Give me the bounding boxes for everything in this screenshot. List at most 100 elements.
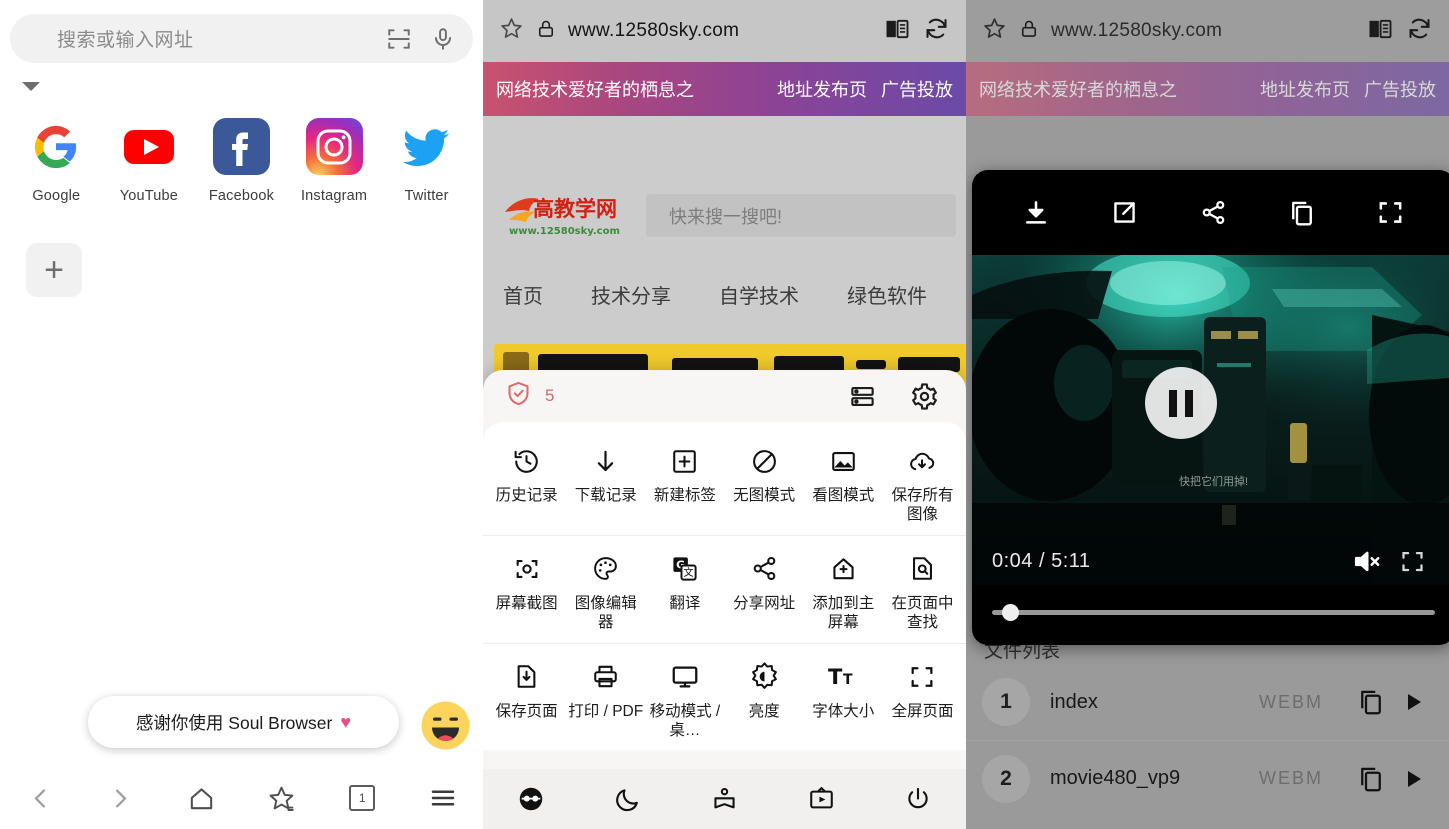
- shortcut-google[interactable]: Google: [10, 118, 103, 204]
- reload-icon[interactable]: [1406, 15, 1433, 47]
- google-icon: [28, 118, 85, 175]
- menu-item-save-all-images[interactable]: 保存所有图像: [883, 440, 962, 525]
- progress-knob[interactable]: [1002, 604, 1019, 621]
- bookmark-star-icon[interactable]: [255, 774, 309, 822]
- night-mode-moon-icon[interactable]: [604, 777, 652, 821]
- site-promo-link-2[interactable]: 广告投放: [1364, 76, 1436, 102]
- site-nav-item-0[interactable]: 首页: [503, 280, 543, 309]
- copy-icon[interactable]: [1279, 190, 1325, 236]
- file-index: 1: [982, 678, 1030, 726]
- split-layout-icon[interactable]: [842, 376, 882, 416]
- play-icon[interactable]: [1393, 680, 1433, 724]
- progress-bar[interactable]: [992, 604, 1435, 621]
- pause-button[interactable]: [1145, 367, 1217, 439]
- site-with-menu-panel: www.12580sky.com 网络技术爱好者的栖息之 地址发布页 广告投放 …: [483, 0, 966, 829]
- chevron-down-icon[interactable]: [22, 82, 40, 91]
- menu-item-new-tab[interactable]: 新建标签: [645, 440, 724, 525]
- copy-icon[interactable]: [1349, 757, 1393, 801]
- star-icon[interactable]: [982, 16, 1007, 46]
- share-icon[interactable]: [1190, 190, 1236, 236]
- fullscreen-icon[interactable]: [1368, 190, 1414, 236]
- playback-time: 0:04 / 5:11: [992, 549, 1091, 572]
- url-bar[interactable]: www.12580sky.com: [483, 0, 966, 62]
- download-icon[interactable]: [1013, 190, 1059, 236]
- site-nav-item-2[interactable]: 自学技术: [719, 280, 799, 309]
- shortcut-facebook[interactable]: Facebook: [195, 118, 288, 204]
- gear-icon[interactable]: [904, 376, 944, 416]
- history-icon: [512, 440, 541, 482]
- menu-item-label: 翻译: [669, 594, 701, 612]
- add-shortcut-button[interactable]: +: [26, 243, 82, 297]
- scan-icon[interactable]: [377, 17, 421, 61]
- video-tv-icon[interactable]: [797, 777, 845, 821]
- forward-icon[interactable]: [94, 774, 148, 822]
- site-promo-link-1[interactable]: 地址发布页: [777, 76, 867, 102]
- fullscreen-icon[interactable]: [1389, 538, 1435, 584]
- url-text[interactable]: www.12580sky.com: [1051, 20, 1354, 42]
- menu-item-label: 全屏页面: [891, 702, 954, 720]
- file-type: WEBM: [1259, 691, 1323, 712]
- shortcut-label: Facebook: [208, 188, 275, 204]
- heart-icon: ♥: [340, 711, 352, 732]
- menu-item-add-to-home[interactable]: 添加到主屏幕: [804, 548, 883, 633]
- play-icon[interactable]: [1393, 757, 1433, 801]
- copy-icon[interactable]: [1349, 680, 1393, 724]
- new-tab-plus-icon: [670, 440, 699, 482]
- menu-item-share-url[interactable]: 分享网址: [725, 548, 804, 633]
- tab-count-button[interactable]: 1: [335, 774, 389, 822]
- menu-item-brightness[interactable]: 亮度: [725, 656, 804, 741]
- menu-item-print-pdf[interactable]: 打印 / PDF: [566, 656, 645, 741]
- site-promo-link-1[interactable]: 地址发布页: [1260, 76, 1350, 102]
- menu-row-2: 屏幕截图 图像编辑器 G 文 翻译 分享网址 添加到主屏幕 在页面中查找: [483, 534, 966, 643]
- microphone-icon[interactable]: [421, 17, 465, 61]
- menu-item-label: 字体大小: [812, 702, 875, 720]
- site-nav-item-3[interactable]: 绿色软件: [847, 280, 927, 309]
- menu-item-image-editor[interactable]: 图像编辑器: [566, 548, 645, 633]
- site-nav-item-1[interactable]: 技术分享: [591, 280, 671, 309]
- url-bar[interactable]: www.12580sky.com: [966, 0, 1449, 62]
- back-icon[interactable]: [13, 774, 67, 822]
- reading-list-icon[interactable]: [700, 777, 748, 821]
- search-input[interactable]: 搜索或输入网址: [10, 25, 377, 52]
- grinning-face-icon: [420, 700, 471, 751]
- muted-volume-icon[interactable]: [1343, 538, 1389, 584]
- shortcut-youtube[interactable]: YouTube: [103, 118, 196, 204]
- open-external-icon[interactable]: [1102, 190, 1148, 236]
- file-row[interactable]: 2 movie480_vp9 WEBM: [966, 740, 1449, 816]
- site-search-input[interactable]: 快来搜一搜吧!: [646, 194, 956, 237]
- site-logo[interactable]: 高教学网 www.12580sky.com: [503, 190, 627, 240]
- reader-mode-icon[interactable]: [1366, 15, 1394, 48]
- menu-item-history[interactable]: 历史记录: [487, 440, 566, 525]
- reader-mode-icon[interactable]: [883, 15, 911, 48]
- video-player-panel: www.12580sky.com 网络技术爱好者的栖息之 地址发布页 广告投放 …: [966, 0, 1449, 829]
- star-icon[interactable]: [499, 16, 524, 46]
- youtube-icon: [120, 118, 178, 175]
- toast-message: 感谢你使用 Soul Browser ♥: [88, 696, 399, 748]
- site-promo-banner: 网络技术爱好者的栖息之 地址发布页 广告投放: [966, 62, 1449, 116]
- omnibox[interactable]: 搜索或输入网址: [10, 14, 473, 63]
- menu-item-fullscreen-page[interactable]: 全屏页面: [883, 656, 962, 741]
- menu-item-find-in-page[interactable]: 在页面中查找: [883, 548, 962, 633]
- menu-item-save-page[interactable]: 保存页面: [487, 656, 566, 741]
- menu-item-translate[interactable]: G 文 翻译: [645, 548, 724, 633]
- power-exit-icon[interactable]: [894, 777, 942, 821]
- find-in-page-icon: [908, 548, 937, 590]
- incognito-icon[interactable]: [507, 777, 555, 821]
- reload-icon[interactable]: [923, 15, 950, 47]
- blocked-count: 5: [545, 386, 555, 405]
- shortcut-twitter[interactable]: Twitter: [380, 118, 473, 204]
- menu-item-downloads[interactable]: 下载记录: [566, 440, 645, 525]
- site-promo-link-2[interactable]: 广告投放: [881, 76, 953, 102]
- svg-text:高教学网: 高教学网: [533, 197, 617, 221]
- file-row[interactable]: 1 index WEBM: [966, 664, 1449, 740]
- hamburger-menu-icon[interactable]: [416, 774, 470, 822]
- url-text[interactable]: www.12580sky.com: [568, 20, 871, 42]
- menu-item-font-size[interactable]: T T 字体大小: [804, 656, 883, 741]
- menu-item-no-image-mode[interactable]: 无图模式: [725, 440, 804, 525]
- menu-item-screenshot[interactable]: 屏幕截图: [487, 548, 566, 633]
- home-icon[interactable]: [174, 774, 228, 822]
- ad-block-status[interactable]: 5: [505, 380, 554, 412]
- menu-item-desktop-mode[interactable]: 移动模式 / 桌…: [645, 656, 724, 741]
- shortcut-instagram[interactable]: Instagram: [288, 118, 381, 204]
- menu-item-image-mode[interactable]: 看图模式: [804, 440, 883, 525]
